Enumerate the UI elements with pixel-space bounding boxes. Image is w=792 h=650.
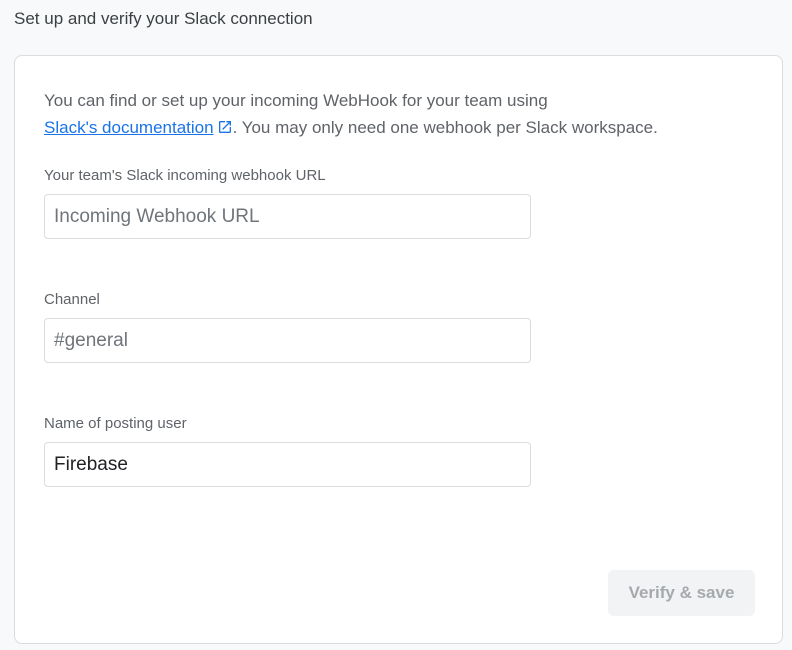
webhook-url-field: Your team's Slack incoming webhook URL [44, 166, 531, 239]
page-title: Set up and verify your Slack connection [14, 9, 313, 28]
posting-user-field: Name of posting user [44, 414, 531, 487]
slack-documentation-link[interactable]: Slack's documentation [44, 118, 233, 137]
intro-text-after: . You may only need one webhook per Slac… [232, 118, 658, 137]
channel-label: Channel [44, 291, 100, 308]
posting-user-label: Name of posting user [44, 415, 187, 432]
posting-user-input[interactable] [44, 442, 531, 487]
slack-documentation-link-label: Slack's documentation [44, 118, 214, 137]
verify-save-button[interactable]: Verify & save [608, 570, 755, 616]
open-in-new-icon [218, 121, 231, 133]
slack-connection-card: You can find or set up your incoming Web… [14, 55, 783, 644]
channel-input[interactable] [44, 318, 531, 363]
webhook-url-label: Your team's Slack incoming webhook URL [44, 167, 326, 184]
intro-text: You can find or set up your incoming Web… [44, 87, 744, 141]
intro-text-before: You can find or set up your incoming Web… [44, 91, 548, 110]
webhook-url-input[interactable] [44, 194, 531, 239]
channel-field: Channel [44, 290, 531, 363]
